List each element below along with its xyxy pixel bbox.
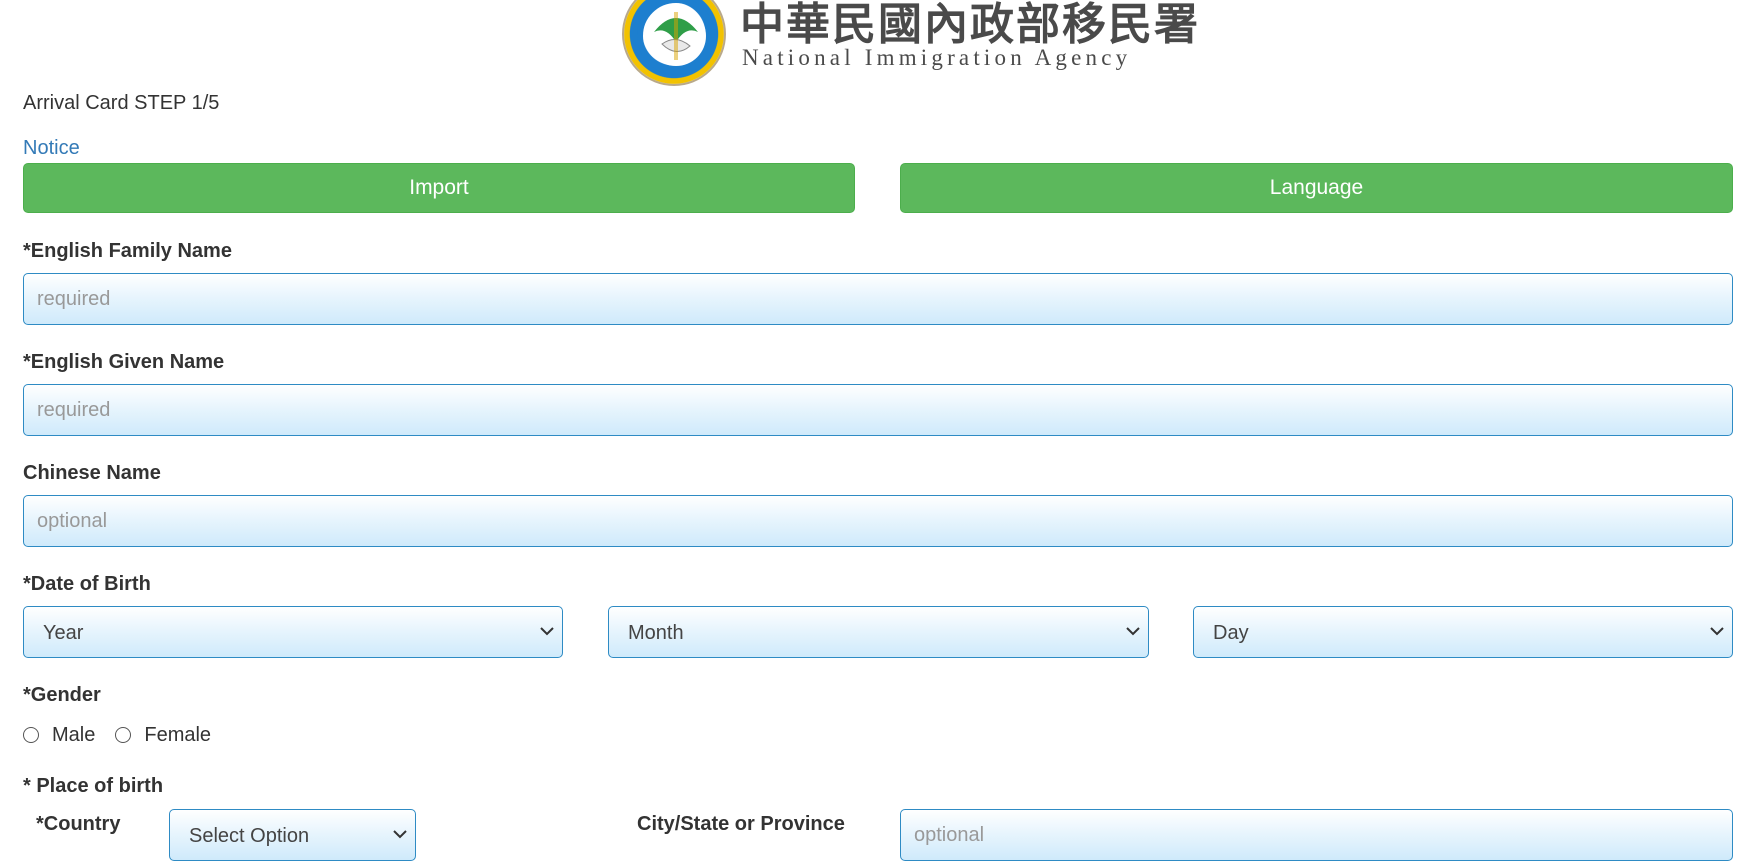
chevron-down-icon xyxy=(1126,627,1140,636)
chevron-down-icon xyxy=(1710,627,1724,636)
gender-female-label: Female xyxy=(144,723,212,746)
birth-country-label: *Country xyxy=(36,813,121,835)
birth-country-select[interactable]: Select Option xyxy=(169,809,416,861)
birth-city-label: City/State or Province xyxy=(637,813,845,835)
gender-radio-group: Male Female xyxy=(23,723,231,747)
birth-day-value: Day xyxy=(1213,622,1249,644)
chevron-down-icon xyxy=(393,830,407,839)
import-button[interactable]: Import xyxy=(23,163,855,213)
place-of-birth-label: * Place of birth xyxy=(23,775,164,797)
arrival-card-page: 中華民國內政部移民署 National Immigration Agency A… xyxy=(0,0,1756,861)
birth-year-value: Year xyxy=(43,622,84,644)
agency-english-name: National Immigration Agency xyxy=(742,45,1132,70)
family-name-label: *English Family Name xyxy=(23,240,232,262)
gender-female-radio[interactable] xyxy=(115,727,132,743)
date-of-birth-label: *Date of Birth xyxy=(23,573,151,595)
chevron-down-icon xyxy=(540,627,554,636)
chinese-name-label: Chinese Name xyxy=(23,462,161,484)
family-name-input[interactable] xyxy=(23,273,1733,325)
birth-day-select[interactable]: Day xyxy=(1193,606,1733,658)
language-button[interactable]: Language xyxy=(900,163,1733,213)
gender-label: *Gender xyxy=(23,684,101,706)
given-name-input[interactable] xyxy=(23,384,1733,436)
chinese-name-input[interactable] xyxy=(23,495,1733,547)
birth-month-select[interactable]: Month xyxy=(608,606,1149,658)
birth-month-value: Month xyxy=(628,622,684,644)
birth-country-value: Select Option xyxy=(189,825,310,847)
birth-city-input[interactable] xyxy=(900,809,1733,861)
gender-male-radio[interactable] xyxy=(23,727,39,743)
given-name-label: *English Given Name xyxy=(23,351,225,373)
agency-header: 中華民國內政部移民署 National Immigration Agency xyxy=(0,0,1756,90)
agency-seal-icon xyxy=(622,0,726,86)
step-title: Arrival Card STEP 1/5 xyxy=(23,92,220,114)
notice-link[interactable]: Notice xyxy=(23,137,80,160)
birth-year-select[interactable]: Year xyxy=(23,606,563,658)
gender-male-label: Male xyxy=(52,723,96,746)
